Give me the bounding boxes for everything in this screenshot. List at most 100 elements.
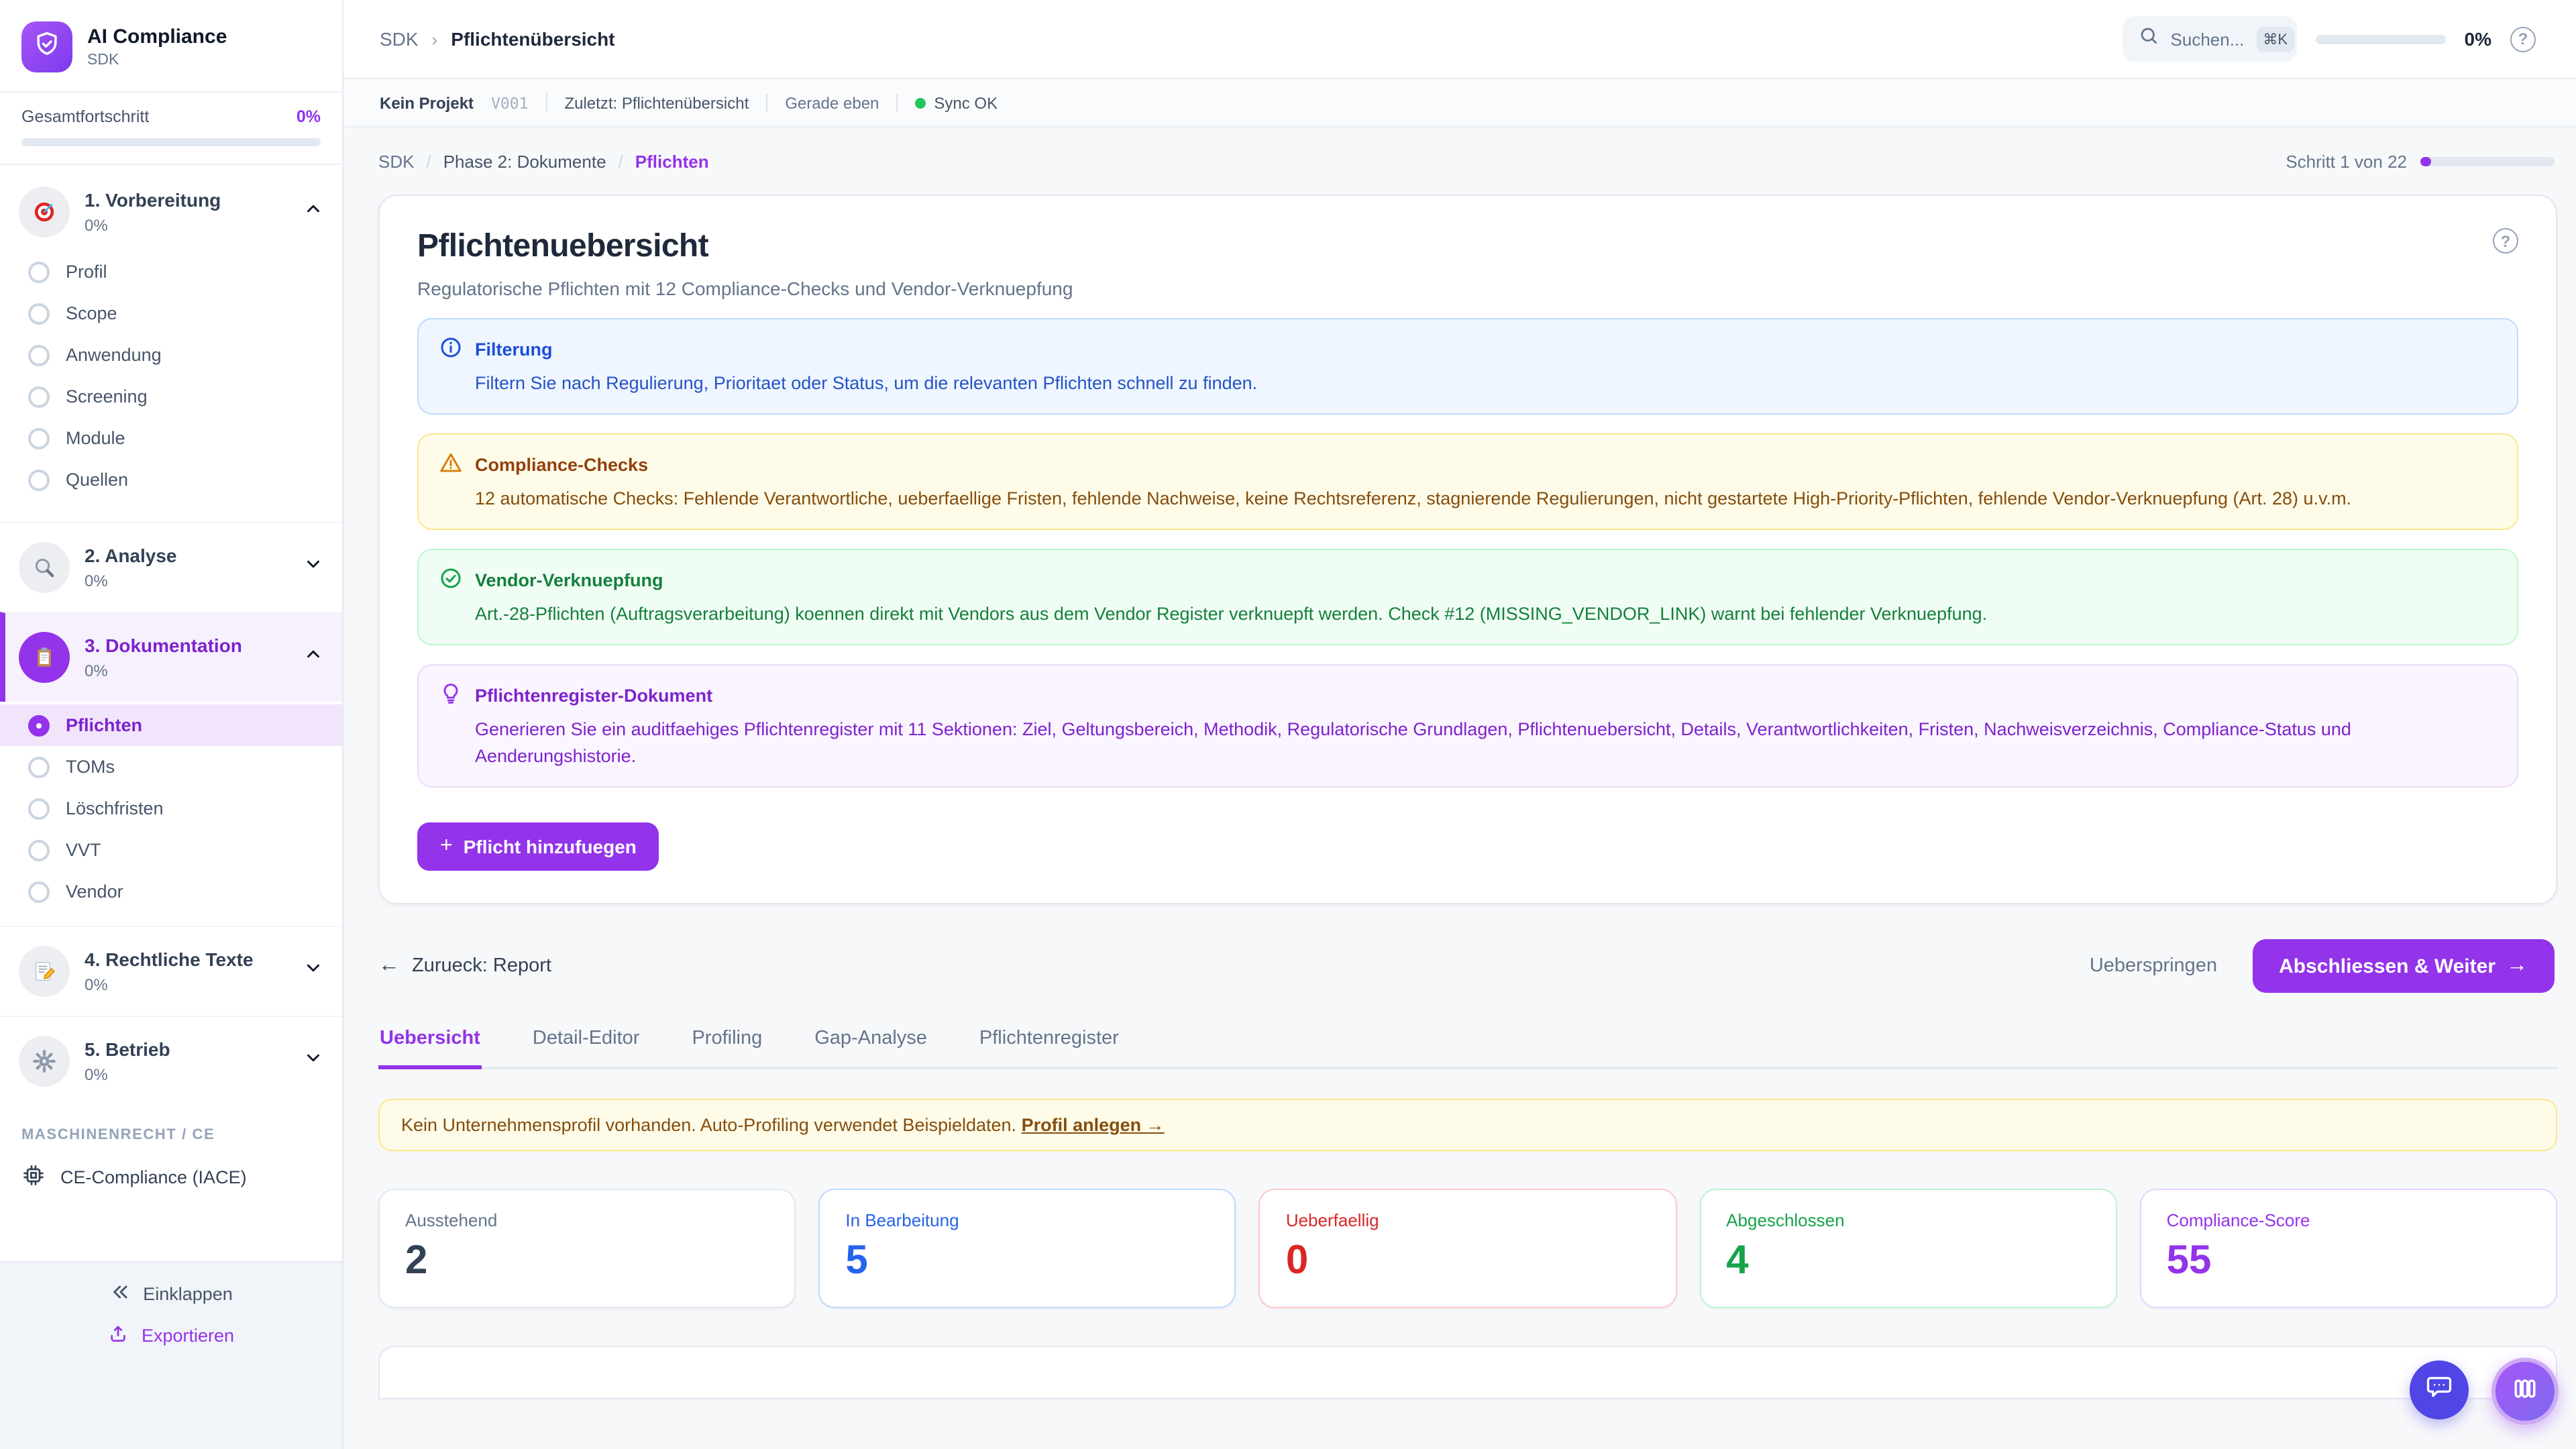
callout-text: 12 automatische Checks: Fehlende Verantw… — [439, 486, 2497, 513]
chevron-up-icon[interactable] — [303, 199, 323, 225]
item-label: Anwendung — [66, 345, 162, 365]
item-label: TOMs — [66, 757, 115, 777]
help-icon[interactable]: ? — [2510, 26, 2536, 52]
collapse-sidebar-button[interactable]: Einklappen — [109, 1281, 233, 1307]
skip-button[interactable]: Ueberspringen — [2090, 955, 2217, 977]
overall-progress-value: 0% — [297, 107, 321, 126]
content: SDK / Phase 2: Dokumente / Pflichten Sch… — [343, 127, 2576, 1449]
sidebar-item-ce-compliance[interactable]: CE-Compliance (IACE) — [0, 1151, 342, 1203]
warning-icon — [439, 451, 463, 479]
sidebar-item-vvt[interactable]: VVT — [0, 829, 342, 871]
page-subtitle: Regulatorische Pflichten mit 12 Complian… — [417, 278, 1073, 299]
sidebar-item-toms[interactable]: TOMs — [0, 746, 342, 788]
sidebar-item-quellen[interactable]: Quellen — [0, 459, 342, 500]
breadcrumb-root[interactable]: SDK — [380, 28, 419, 50]
next-label: Abschliessen & Weiter — [2279, 955, 2496, 977]
item-label: Vendor — [66, 881, 123, 902]
sidebar-item-anwendung[interactable]: Anwendung — [0, 334, 342, 376]
radio-icon — [28, 798, 50, 819]
callout-text: Generieren Sie ein auditfaehiges Pflicht… — [439, 716, 2497, 770]
item-label: VVT — [66, 840, 101, 860]
shield-check-icon — [32, 29, 62, 65]
tab-uebersicht[interactable]: Uebersicht — [378, 1020, 482, 1069]
magnifier-icon — [19, 542, 70, 593]
chevron-down-icon[interactable] — [303, 1048, 323, 1075]
breadcrumb-sdk[interactable]: SDK — [378, 151, 414, 171]
tab-gap-analyse[interactable]: Gap-Analyse — [813, 1020, 928, 1069]
step-indicator: Schritt 1 von 22 — [2286, 151, 2555, 171]
section-header-vorbereitung[interactable]: 1. Vorbereitung 0% — [0, 176, 342, 248]
item-label: Löschfristen — [66, 798, 164, 818]
group-label-maschinenrecht: MASCHINENRECHT / CE — [0, 1106, 342, 1151]
chevron-down-icon[interactable] — [303, 958, 323, 985]
divider — [545, 93, 547, 112]
page-breadcrumb: SDK / Phase 2: Dokumente / Pflichten — [378, 151, 709, 171]
chevron-up-icon[interactable] — [303, 644, 323, 671]
stat-label: In Bearbeitung — [845, 1210, 1209, 1230]
callout-title: Vendor-Verknuepfung — [475, 570, 663, 590]
overview-card: Pflichtenuebersicht Regulatorische Pflic… — [378, 195, 2557, 904]
create-profile-link[interactable]: Profil anlegen → — [1022, 1115, 1165, 1135]
radio-icon — [28, 261, 50, 282]
back-link[interactable]: ← Zurueck: Report — [378, 954, 551, 978]
stat-label: Abgeschlossen — [1726, 1210, 2090, 1230]
export-button[interactable]: Exportieren — [108, 1323, 234, 1348]
section-pct: 0% — [85, 572, 288, 590]
section-label: 5. Betrieb — [85, 1038, 170, 1060]
item-label: Scope — [66, 303, 117, 323]
section-dokumentation: 3. Dokumentation 0% — [0, 612, 342, 702]
callout-filterung: Filterung Filtern Sie nach Regulierung, … — [417, 318, 2518, 415]
sidebar-item-loeschfristen[interactable]: Löschfristen — [0, 788, 342, 829]
section-label: 3. Dokumentation — [85, 635, 242, 656]
sidebar-item-module[interactable]: Module — [0, 417, 342, 459]
radio-icon — [28, 303, 50, 324]
radio-icon — [28, 427, 50, 449]
section-header-betrieb[interactable]: 5. Betrieb 0% — [0, 1025, 342, 1097]
back-label: Zurueck: Report — [412, 955, 551, 977]
search-input[interactable]: Suchen... ⌘K — [2123, 16, 2297, 62]
radio-icon — [28, 881, 50, 902]
tab-profiling[interactable]: Profiling — [690, 1020, 763, 1069]
callout-text: Filtern Sie nach Regulierung, Prioritaet… — [439, 370, 2497, 397]
breadcrumb-separator: / — [426, 151, 431, 171]
sidebar-item-scope[interactable]: Scope — [0, 292, 342, 334]
chevron-right-icon: › — [432, 29, 438, 49]
add-pflicht-button[interactable]: + Pflicht hinzufuegen — [417, 822, 659, 871]
topbar-right: Suchen... ⌘K 0% ? — [2123, 16, 2536, 62]
sidebar-item-screening[interactable]: Screening — [0, 376, 342, 417]
export-label: Exportieren — [142, 1326, 234, 1346]
chat-fab-button[interactable] — [2410, 1360, 2469, 1419]
stat-abgeschlossen: Abgeschlossen 4 — [1699, 1189, 2116, 1308]
chevron-down-icon[interactable] — [303, 554, 323, 581]
breadcrumb-pflichten: Pflichten — [635, 151, 709, 171]
arrow-right-icon: → — [2506, 954, 2528, 978]
tab-pflichtenregister[interactable]: Pflichtenregister — [978, 1020, 1120, 1069]
card-help-icon[interactable]: ? — [2493, 228, 2518, 254]
stat-value: 5 — [845, 1240, 1209, 1283]
stat-value: 0 — [1286, 1240, 1650, 1283]
section-header-analyse[interactable]: 2. Analyse 0% — [0, 531, 342, 604]
overall-progress-label: Gesamtfortschritt — [21, 107, 149, 126]
step-progress-bar — [2420, 156, 2555, 166]
add-pflicht-label: Pflicht hinzufuegen — [464, 836, 637, 857]
section-header-rechtliche-texte[interactable]: 4. Rechtliche Texte 0% — [0, 935, 342, 1008]
section-header-dokumentation[interactable]: 3. Dokumentation 0% — [5, 621, 342, 694]
sidebar-item-pflichten[interactable]: Pflichten — [0, 704, 342, 746]
tab-detail-editor[interactable]: Detail-Editor — [531, 1020, 641, 1069]
stat-compliance-score: Compliance-Score 55 — [2140, 1189, 2557, 1308]
sidebar-item-vendor[interactable]: Vendor — [0, 871, 342, 912]
board-fab-button[interactable] — [2491, 1358, 2559, 1425]
callout-pflichtenregister: Pflichtenregister-Dokument Generieren Si… — [417, 664, 2518, 788]
chip-icon — [21, 1163, 46, 1191]
item-label: Module — [66, 428, 125, 448]
statusbar: Kein Projekt V001 Zuletzt: Pflichtenüber… — [343, 79, 2576, 127]
plus-icon: + — [440, 835, 453, 859]
breadcrumb-phase[interactable]: Phase 2: Dokumente — [443, 151, 606, 171]
radio-icon — [28, 839, 50, 861]
callout-title: Compliance-Checks — [475, 455, 648, 475]
double-chevron-left-icon — [109, 1281, 131, 1307]
sidebar-footer: Einklappen Exportieren — [0, 1261, 342, 1449]
sidebar-item-profil[interactable]: Profil — [0, 251, 342, 292]
arrow-left-icon: ← — [378, 954, 400, 978]
finish-next-button[interactable]: Abschliessen & Weiter → — [2252, 939, 2555, 993]
